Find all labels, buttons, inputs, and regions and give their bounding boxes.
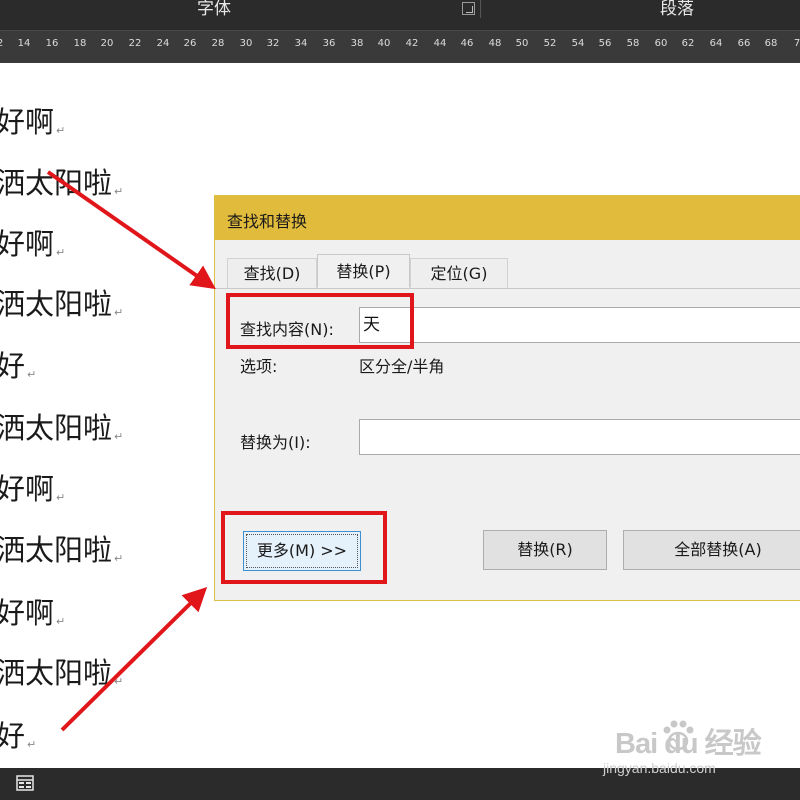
ruler-tick-label: 44 <box>433 38 447 49</box>
ruler-tick-label: 62 <box>681 38 695 49</box>
ruler-tick-label: 34 <box>294 38 308 49</box>
options-label: 选项: <box>240 357 278 376</box>
ruler-tick-label: 52 <box>543 38 557 49</box>
line-text: 好 <box>0 349 26 383</box>
document-line[interactable]: 洒太阳啦 ↵ <box>0 281 123 323</box>
watermark-brand: Bai du 经验 <box>615 728 762 760</box>
ruler-tick-label: 26 <box>183 38 197 49</box>
document-line[interactable]: 好啊 ↵ <box>0 99 65 141</box>
tab-find[interactable]: 查找(D) <box>227 258 317 288</box>
paragraph-mark-icon: ↵ <box>27 738 37 751</box>
line-text: 洒太阳啦 <box>0 411 113 445</box>
dialog-launcher-icon[interactable] <box>462 2 475 15</box>
document-line[interactable]: 洒太阳啦 ↵ <box>0 160 123 202</box>
ruler-tick-label: 38 <box>350 38 364 49</box>
paragraph-mark-icon: ↵ <box>56 615 66 628</box>
tab-divider <box>215 288 800 289</box>
font-group-label[interactable]: 字体 <box>197 0 231 30</box>
ruler-tick-label: 68 <box>764 38 778 49</box>
line-text: 洒太阳啦 <box>0 287 113 321</box>
ruler-tick-label: 50 <box>515 38 529 49</box>
line-text: 洒太阳啦 <box>0 533 113 567</box>
ruler-tick-label: 42 <box>405 38 419 49</box>
paragraph-mark-icon: ↵ <box>114 306 124 319</box>
horizontal-ruler[interactable]: 2 14 16 18 20 22 24 26 28 30 32 34 36 38 40 42 44 46 48 50 5… <box>0 30 800 64</box>
line-text: 洒太阳啦 <box>0 166 113 200</box>
line-text: 洒太阳啦 <box>0 656 113 690</box>
document-line[interactable]: 好啊 ↵ <box>0 221 65 263</box>
ruler-tick-label: 66 <box>737 38 751 49</box>
replace-with-label: 替换为(I): <box>240 433 311 452</box>
replace-button[interactable]: 替换(R) <box>483 530 607 570</box>
options-value: 区分全/半角 <box>359 357 445 376</box>
ruler-tick-label: 30 <box>239 38 253 49</box>
document-line[interactable]: 洒太阳啦 ↵ <box>0 650 123 692</box>
line-text: 好啊 <box>0 472 55 506</box>
ruler-tick-label: 54 <box>571 38 585 49</box>
line-text: 好啊 <box>0 596 55 630</box>
paragraph-mark-icon: ↵ <box>114 552 124 565</box>
paragraph-mark-icon: ↵ <box>27 368 37 381</box>
ruler-tick-label: 36 <box>322 38 336 49</box>
find-what-input[interactable]: 天 <box>359 307 800 343</box>
tab-goto[interactable]: 定位(G) <box>410 258 508 288</box>
ruler-tick-label: 64 <box>709 38 723 49</box>
tab-replace[interactable]: 替换(P) <box>317 254 410 288</box>
replace-all-button[interactable]: 全部替换(A) <box>623 530 800 570</box>
ruler-tick-label: 2 <box>0 38 3 49</box>
paragraph-mark-icon: ↵ <box>114 430 124 443</box>
paragraph-mark-icon: ↵ <box>114 675 124 688</box>
baidu-jingyan-watermark: Bai du 经验 jingyan.baidu.com <box>603 716 793 780</box>
replace-with-input[interactable] <box>359 419 800 455</box>
document-line[interactable]: 洒太阳啦 ↵ <box>0 527 123 569</box>
ruler-tick-label: 48 <box>488 38 502 49</box>
ruler-tick-label: 7 <box>793 38 800 49</box>
dialog-titlebar[interactable]: 查找和替换 <box>215 196 800 240</box>
ruler-tick-label: 20 <box>100 38 114 49</box>
ruler-tick-label: 40 <box>377 38 391 49</box>
ruler-tick-label: 16 <box>45 38 59 49</box>
ruler-tick-label: 56 <box>598 38 612 49</box>
document-line[interactable]: 好啊 ↵ <box>0 590 65 632</box>
line-text: 好 <box>0 719 26 753</box>
line-text: 好啊 <box>0 105 55 139</box>
ruler-tick-label: 32 <box>266 38 280 49</box>
ruler-tick-label: 24 <box>156 38 170 49</box>
ruler-tick-label: 14 <box>17 38 31 49</box>
find-field-highlight <box>226 293 414 349</box>
ruler-tick-label: 18 <box>73 38 87 49</box>
paragraph-mark-icon: ↵ <box>56 491 66 504</box>
document-view-icon[interactable] <box>16 775 34 791</box>
document-line[interactable]: 好 ↵ <box>0 713 36 755</box>
watermark-url: jingyan.baidu.com <box>603 760 716 776</box>
paragraph-mark-icon: ↵ <box>114 185 124 198</box>
document-line[interactable]: 洒太阳啦 ↵ <box>0 405 123 447</box>
paragraph-mark-icon: ↵ <box>56 246 66 259</box>
document-line[interactable]: 好 ↵ <box>0 343 36 385</box>
line-text: 好啊 <box>0 227 55 261</box>
paragraph-mark-icon: ↵ <box>56 124 66 137</box>
ruler-tick-label: 46 <box>460 38 474 49</box>
document-line[interactable]: 好啊 ↵ <box>0 466 65 508</box>
paragraph-group-label[interactable]: 段落 <box>660 0 694 30</box>
ribbon: 字体 段落 <box>0 0 800 30</box>
ruler-tick-label: 58 <box>626 38 640 49</box>
ruler-tick-label: 22 <box>128 38 142 49</box>
ruler-tick-label: 60 <box>654 38 668 49</box>
ruler-tick-label: 28 <box>211 38 225 49</box>
group-divider <box>480 0 481 18</box>
dialog-title: 查找和替换 <box>227 212 308 231</box>
more-button-highlight <box>221 511 387 584</box>
